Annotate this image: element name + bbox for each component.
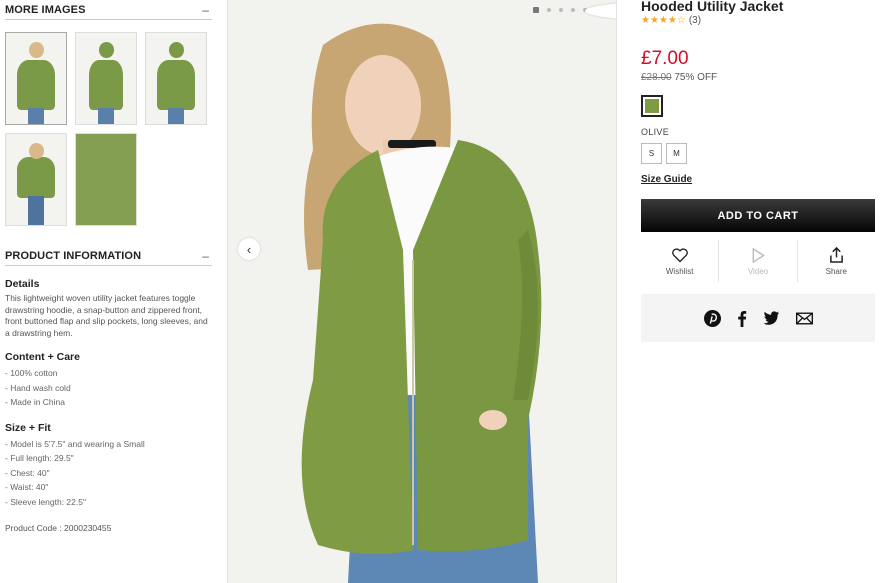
star-rating-icon: ★★★★☆ xyxy=(641,15,686,26)
carousel-dots xyxy=(533,7,587,13)
social-share-bar xyxy=(641,294,875,342)
color-name: OLIVE xyxy=(641,127,670,137)
color-swatch-olive[interactable] xyxy=(641,95,663,117)
original-price: £28.00 xyxy=(641,72,672,83)
list-item: - Sleeve length: 22.5" xyxy=(5,496,86,507)
twitter-icon[interactable] xyxy=(762,311,780,325)
thumbnail-side[interactable] xyxy=(75,32,137,125)
heart-icon xyxy=(671,246,688,264)
discount-label: 75% OFF xyxy=(674,72,718,83)
product-details-panel: Hooded Utility Jacket ★★★★☆ (3) £7.00 £2… xyxy=(641,0,875,342)
list-item: - Model is 5'7.5" and wearing a Small xyxy=(5,438,145,449)
list-item: - Hand wash cold xyxy=(5,382,71,393)
prev-image-button[interactable]: ‹ xyxy=(238,238,260,260)
collapse-icon[interactable]: – xyxy=(202,249,212,263)
share-icon xyxy=(829,246,844,264)
product-code: Product Code : 2000230455 xyxy=(5,523,112,533)
chevron-left-icon: ‹ xyxy=(246,241,252,257)
content-care-heading: Content + Care xyxy=(5,351,80,363)
sale-price: £7.00 xyxy=(641,48,689,69)
wishlist-label: Wishlist xyxy=(665,267,694,276)
product-actions: Wishlist Video Share xyxy=(641,240,875,282)
list-item: - Waist: 40" xyxy=(5,482,49,492)
carousel-dot[interactable] xyxy=(547,8,551,12)
size-option-s[interactable]: S xyxy=(641,143,662,164)
carousel-dot[interactable] xyxy=(533,7,539,13)
price-original: £28.00 75% OFF xyxy=(641,72,875,83)
play-icon xyxy=(751,246,765,264)
pinterest-icon[interactable] xyxy=(703,309,721,327)
thumbnail-front[interactable] xyxy=(5,32,67,125)
facebook-icon[interactable] xyxy=(737,310,747,327)
list-item: - Chest: 40" xyxy=(5,467,50,478)
carousel-dot[interactable] xyxy=(571,8,575,12)
left-panel: MORE IMAGES – PRODUCT INFORMATION – Deta… xyxy=(5,0,212,533)
list-item: - Made in China xyxy=(5,397,66,407)
video-label: Video xyxy=(747,267,769,276)
product-rating[interactable]: ★★★★☆ (3) xyxy=(641,15,875,26)
size-option-m[interactable]: M xyxy=(666,143,687,164)
product-information-title: PRODUCT INFORMATION xyxy=(5,249,142,262)
video-button[interactable]: Video xyxy=(719,240,798,282)
product-title: Hooded Utility Jacket xyxy=(641,0,784,14)
content-care-list: - 100% cotton - Hand wash cold - Made in… xyxy=(5,366,212,410)
more-images-header[interactable]: MORE IMAGES – xyxy=(5,0,212,20)
size-fit-list: - Model is 5'7.5" and wearing a Small - … xyxy=(5,437,212,510)
details-heading: Details xyxy=(5,278,40,290)
list-item: - 100% cotton xyxy=(5,368,58,378)
thumbnail-list xyxy=(5,32,212,226)
size-selector: S M xyxy=(641,143,875,164)
add-to-cart-button[interactable]: ADD TO CART xyxy=(641,199,875,232)
size-fit-heading: Size + Fit xyxy=(5,421,51,434)
list-item: - Full length: 29.5" xyxy=(5,453,74,463)
size-guide-link[interactable]: Size Guide xyxy=(641,174,692,185)
wishlist-button[interactable]: Wishlist xyxy=(641,240,720,282)
collapse-icon[interactable]: – xyxy=(202,3,212,17)
more-images-title: MORE IMAGES xyxy=(5,3,86,16)
details-text: This lightweight woven utility jacket fe… xyxy=(5,293,208,338)
product-information: PRODUCT INFORMATION – Details This light… xyxy=(5,246,212,533)
email-icon[interactable] xyxy=(795,312,813,325)
thumbnail-detail[interactable] xyxy=(75,133,137,226)
thumbnail-back[interactable] xyxy=(145,32,207,125)
share-label: Share xyxy=(825,267,847,276)
thumbnail-full[interactable] xyxy=(5,133,67,226)
product-information-header[interactable]: PRODUCT INFORMATION – xyxy=(5,246,212,266)
carousel-dot[interactable] xyxy=(559,8,563,12)
share-button[interactable]: Share xyxy=(798,240,875,282)
model-photo xyxy=(228,0,616,583)
main-product-image[interactable]: ‹ › xyxy=(227,0,617,583)
review-count[interactable]: (3) xyxy=(689,15,701,26)
